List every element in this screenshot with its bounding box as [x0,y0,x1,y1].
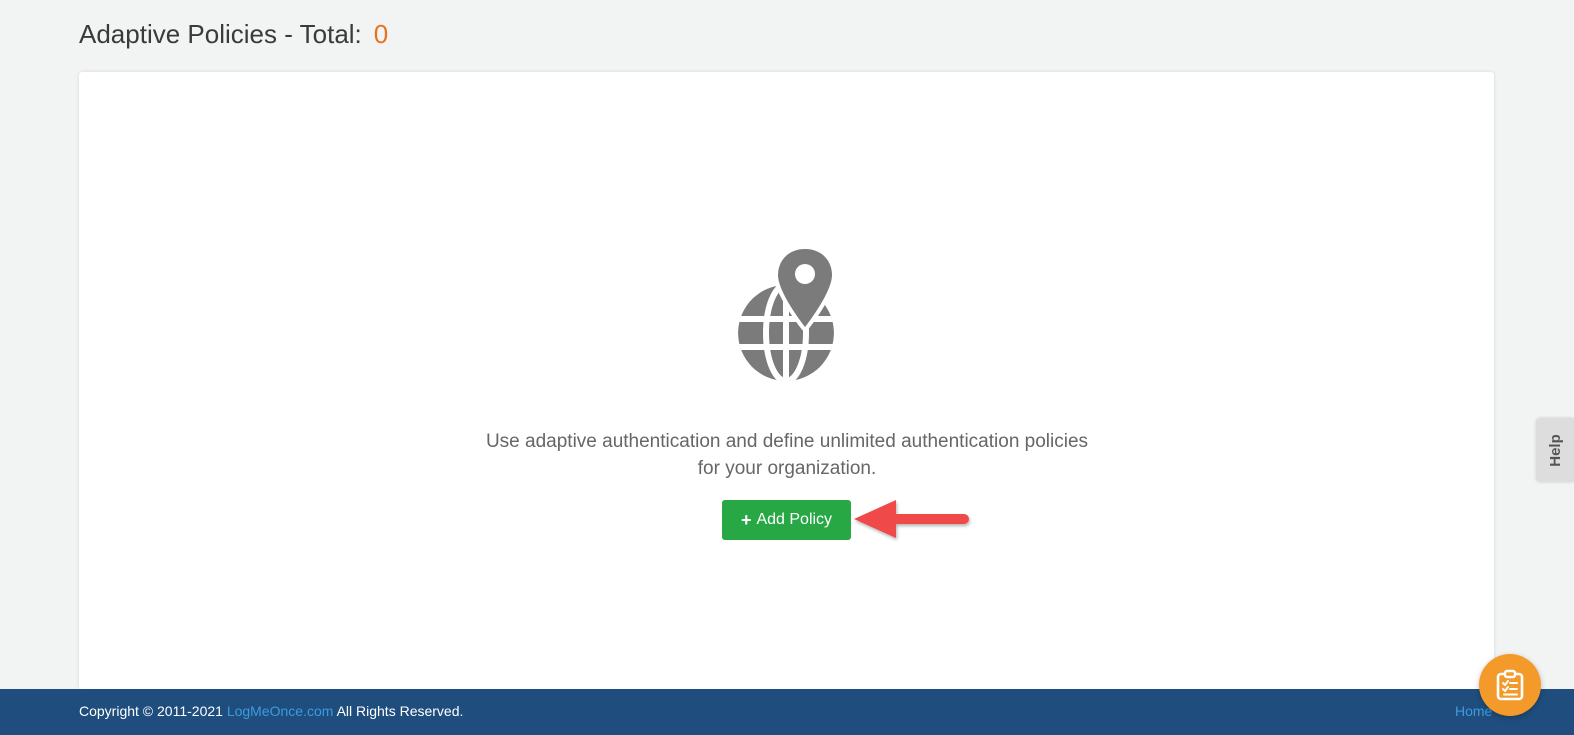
clipboard-checklist-icon [1496,669,1524,701]
copyright-suffix: All Rights Reserved. [336,703,464,719]
empty-state-message: Use adaptive authentication and define u… [440,428,1134,482]
globe-location-pin-icon [736,245,838,385]
empty-state-line-2: for your organization. [697,458,877,479]
clipboard-checklist-button[interactable] [1479,654,1541,716]
add-policy-button[interactable]: + Add Policy [722,500,851,540]
copyright-text: Copyright © 2011-2021 LogMeOnce.com All … [79,703,463,719]
red-arrow-annotation [852,498,972,544]
help-tab[interactable]: Help [1537,418,1574,482]
logmeonce-link[interactable]: LogMeOnce.com [227,703,334,719]
plus-icon: + [740,509,752,530]
empty-state-line-1: Use adaptive authentication and define u… [485,431,1089,452]
total-count: 0 [373,18,389,49]
page-title: Adaptive Policies - Total: 0 [79,16,388,52]
page-title-text: Adaptive Policies - Total: [79,18,362,49]
footer: Copyright © 2011-2021 LogMeOnce.com All … [0,689,1574,735]
help-tab-label: Help [1546,433,1564,467]
copyright-prefix: Copyright © 2011-2021 [79,703,223,719]
add-policy-label: Add Policy [756,511,833,528]
